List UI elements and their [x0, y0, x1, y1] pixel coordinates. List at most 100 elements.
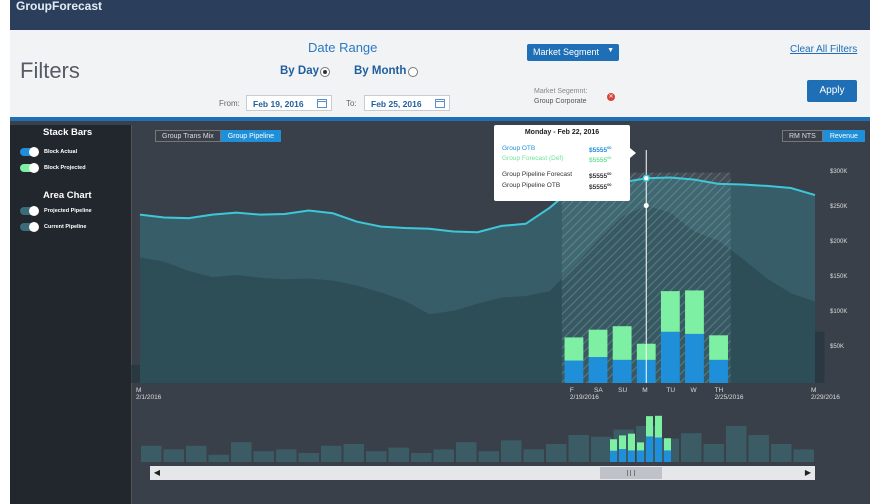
to-label: To:	[346, 99, 357, 108]
otb-bar	[685, 333, 704, 383]
background-bar	[516, 338, 536, 383]
block-projected-label: Block Projected	[44, 165, 86, 171]
minimap-bar	[658, 438, 679, 462]
x-tick-label: M 2/1/2016	[136, 387, 162, 401]
block-projected-toggle[interactable]	[20, 163, 39, 173]
otb-bar	[709, 359, 728, 383]
minimap-bar	[523, 449, 544, 462]
projected-pipeline-toggle[interactable]	[20, 206, 39, 216]
tooltip-label-forecast: Group Forecast (Def)	[502, 155, 564, 162]
minimap-bar	[501, 440, 522, 462]
horizontal-scrollbar[interactable]: ◀ ▶	[150, 466, 815, 480]
minimap-bar	[591, 436, 612, 462]
remove-filter-icon[interactable]: ✕	[607, 93, 615, 101]
block-actual-toggle[interactable]	[20, 147, 39, 157]
background-bar	[154, 364, 174, 383]
minimap-forecast-bar	[619, 435, 626, 450]
minimap-otb-bar	[610, 450, 617, 462]
x-tick-label: TU	[666, 387, 676, 394]
tooltip-value-pipeline-otb: $555500	[589, 182, 612, 192]
forecast-bar	[636, 343, 656, 360]
by-day-label[interactable]: By Day	[280, 65, 319, 77]
to-date-value: Feb 25, 2016	[371, 99, 422, 109]
background-bar	[685, 352, 704, 383]
background-bar	[612, 359, 632, 383]
projected-pipeline-label: Projected Pipeline	[44, 208, 92, 214]
from-date-input[interactable]: Feb 19, 2016	[246, 95, 332, 111]
hover-point-current	[643, 203, 649, 209]
tab-revenue[interactable]: Revenue	[822, 130, 865, 142]
app-window: GroupForecast Filters Date Range By Day …	[10, 0, 870, 504]
background-bar	[275, 340, 295, 383]
to-date-input[interactable]: Feb 25, 2016	[364, 95, 450, 111]
background-bar	[419, 354, 439, 383]
minimap-bar	[388, 447, 409, 462]
minimap-bar	[703, 444, 724, 462]
background-bar	[709, 340, 728, 383]
background-bar	[805, 331, 825, 383]
legend-sidebar: Stack Bars Block Actual Block Projected …	[10, 125, 132, 504]
minimap-bar	[321, 445, 342, 462]
minimap-bar	[411, 453, 432, 462]
market-segment-dropdown[interactable]: Market Segment ▼	[527, 44, 619, 61]
tooltip-value-forecast: $555500	[589, 155, 612, 165]
background-bar	[636, 359, 656, 383]
forecast-bar	[660, 291, 680, 332]
scrollbar-thumb[interactable]	[600, 467, 662, 479]
current-pipeline-area	[140, 205, 815, 383]
scroll-left-icon[interactable]: ◀	[150, 466, 164, 480]
by-day-radio[interactable]	[320, 67, 330, 77]
minimap-otb-bar	[655, 437, 662, 462]
by-month-radio[interactable]	[408, 67, 418, 77]
minimap-bar	[748, 435, 769, 462]
by-month-label[interactable]: By Month	[354, 65, 406, 77]
otb-bar	[636, 359, 656, 383]
background-bar	[660, 351, 680, 383]
market-segment-button-label: Market Segment	[533, 47, 600, 57]
hover-point-projected	[642, 174, 650, 182]
scroll-right-icon[interactable]: ▶	[801, 466, 815, 480]
y-tick-label: $250K	[830, 203, 848, 210]
background-bar	[323, 347, 343, 383]
stack-bars-heading: Stack Bars	[43, 127, 93, 138]
projected-pipeline-area	[140, 177, 815, 383]
current-pipeline-toggle[interactable]	[20, 222, 39, 232]
minimap-otb-bar	[637, 450, 644, 462]
calendar-icon[interactable]	[435, 99, 445, 108]
minimap-bar	[478, 451, 499, 462]
background-bar	[395, 357, 415, 383]
background-bar	[468, 347, 487, 383]
otb-bar	[660, 331, 680, 383]
minimap-bar	[141, 445, 162, 462]
block-actual-label: Block Actual	[44, 149, 78, 155]
tab-rm-nts[interactable]: RM NTS	[782, 130, 823, 142]
minimap-bar	[546, 444, 567, 462]
clear-all-filters-link[interactable]: Clear All Filters	[790, 44, 857, 55]
otb-bar	[564, 360, 584, 383]
tooltip-date: Monday - Feb 22, 2016	[524, 129, 600, 136]
minimap-bar	[231, 442, 252, 462]
minimap-otb-bar	[619, 449, 626, 462]
tab-group-pipeline[interactable]: Group Pipeline	[220, 130, 282, 142]
background-bar	[733, 318, 753, 383]
minimap-forecast-bar	[655, 415, 662, 438]
apply-button[interactable]: Apply	[807, 80, 857, 102]
minimap-otb-bar	[646, 436, 653, 462]
minimap-bar	[366, 451, 387, 462]
otb-bar	[612, 359, 632, 383]
area-chart-heading: Area Chart	[43, 190, 92, 201]
forecast-bar	[564, 337, 584, 361]
minimap-bar	[208, 454, 229, 462]
app-title: GroupForecast	[16, 0, 103, 13]
y-tick-label: $300K	[830, 168, 848, 175]
minimap-bar	[456, 442, 477, 462]
background-bar	[781, 333, 801, 383]
tab-group-trans-mix[interactable]: Group Trans Mix	[155, 130, 221, 142]
minimap-otb-bar	[628, 450, 635, 462]
projected-pipeline-line	[139, 176, 816, 234]
calendar-icon[interactable]	[317, 99, 327, 108]
x-tick-label: W	[690, 387, 697, 394]
background-bar	[130, 364, 150, 383]
background-bar	[178, 364, 198, 383]
minimap-forecast-bar	[628, 433, 635, 451]
